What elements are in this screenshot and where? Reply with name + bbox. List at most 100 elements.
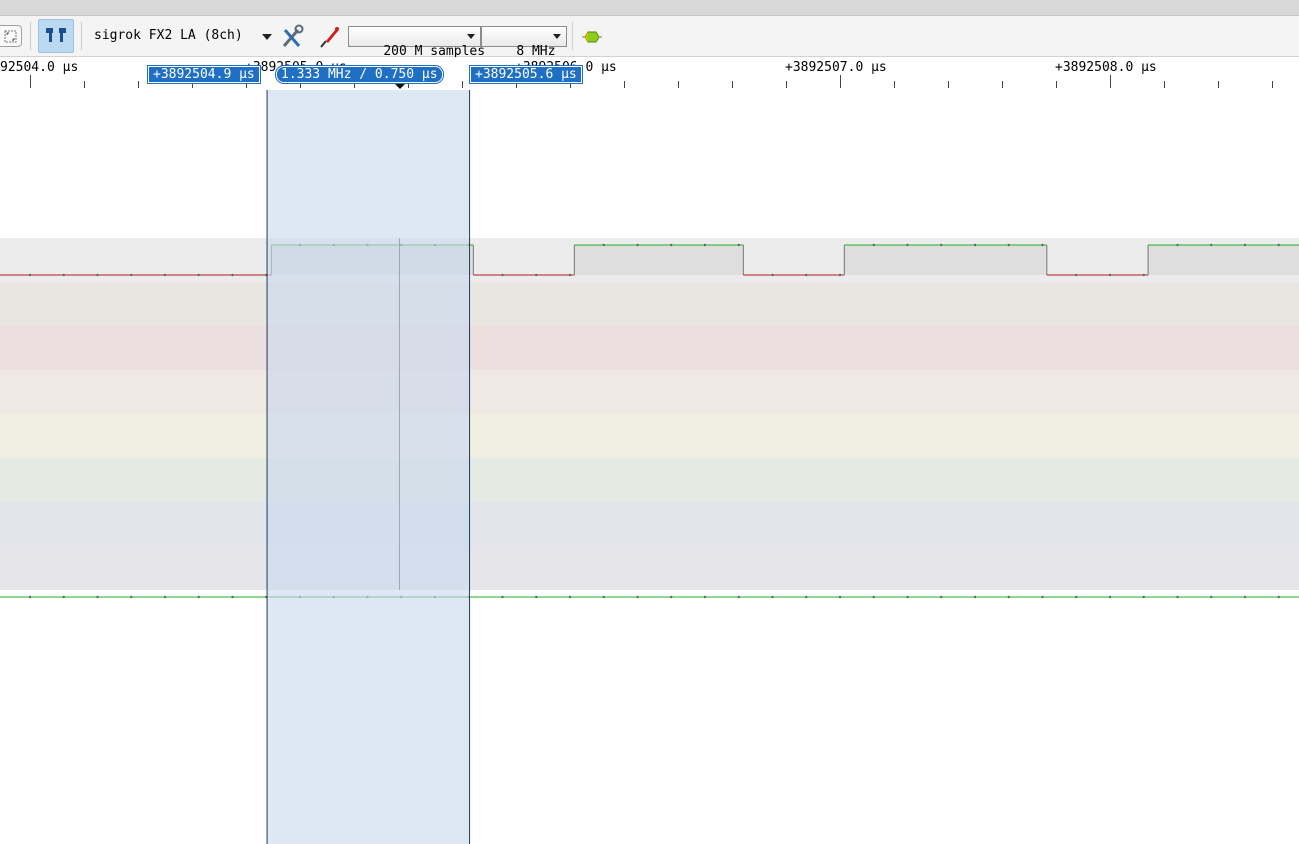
sample-dot [872,595,875,599]
sample-dot [636,243,639,247]
zoom-fit-button[interactable] [0,25,22,47]
ruler-minor-tick [1002,81,1003,88]
ruler-minor-tick [948,81,949,88]
sample-dot [28,595,32,599]
sample-dot [62,595,65,599]
cursor-left-flag[interactable]: +3892504.9 μs [147,65,261,84]
main-toolbar: sigrok FX2 LA (8ch) 200 M samples 8 MHz [0,16,1299,59]
device-dropdown-arrow-icon[interactable] [262,34,272,40]
trace-high-fill [844,245,1047,275]
sample-dot [737,595,740,599]
sample-dot [906,243,909,247]
sample-dot [62,273,65,277]
ruler-minor-tick [1164,81,1165,88]
ruler-major-tick [840,75,841,88]
channel-band [0,414,1299,458]
ruler-minor-tick [624,81,625,88]
sample-dot [1277,243,1280,247]
cursor-right-flag[interactable]: +3892505.6 μs [469,65,583,84]
cursor-measurement-label[interactable]: 1.333 MHz / 0.750 μs [275,65,444,84]
sample-dot [1176,595,1179,599]
sample-dot [96,595,99,599]
sample-rate-select[interactable]: 8 MHz [481,26,567,59]
sample-dot [1176,243,1179,247]
chevron-down-icon [467,34,475,39]
sample-dot [670,595,673,599]
sample-dot [1041,595,1044,599]
trace-view[interactable] [0,90,1299,844]
ruler-minor-tick [462,81,463,88]
sample-dot [231,273,234,277]
sample-dot [771,273,774,277]
sample-dot [737,243,740,247]
sample-dot [1142,273,1145,277]
sample-dot [163,273,167,277]
sample-dot [703,243,707,247]
ruler-minor-tick [732,81,733,88]
sample-count-select[interactable]: 200 M samples [348,26,485,59]
ruler-major-tick [1110,75,1111,88]
sample-dot [197,273,200,277]
sample-dot [1243,595,1247,599]
sample-dot [163,595,167,599]
sample-dot [1007,243,1010,247]
sample-dot [1041,243,1044,247]
zoom-fit-icon [4,30,17,43]
cursor-midpoint-marker [394,83,406,89]
sample-dot [602,595,605,599]
sample-dot [771,595,774,599]
sample-dot [28,273,32,277]
sample-dot [130,273,133,277]
sample-dot [602,243,605,247]
sample-dot [231,595,234,599]
configure-device-button[interactable] [280,24,304,50]
sample-dot [1210,243,1213,247]
ruler-minor-tick [786,81,787,88]
run-button[interactable] [580,28,604,46]
ruler-minor-tick [1272,81,1273,88]
sample-dot [973,243,977,247]
ruler-minor-tick [84,81,85,88]
sample-dot [1142,595,1145,599]
sample-dot [906,595,909,599]
window-top-strip [0,0,1299,16]
sample-dot [197,595,200,599]
sample-dot [872,243,875,247]
sample-dot [940,243,943,247]
configure-icon [282,24,304,47]
sample-dot [1108,595,1112,599]
sample-dot [1277,595,1280,599]
sample-dot [1075,273,1078,277]
ruler-label: +3892507.0 μs [785,60,887,75]
device-selector[interactable]: sigrok FX2 LA (8ch) [94,28,243,43]
sample-dot [838,595,842,599]
sticky-scroll-icon [46,28,66,42]
chevron-down-icon [553,34,561,39]
trace-canvas [0,90,1299,844]
toolbar-separator [81,22,82,50]
ruler-label: 92504.0 μs [0,60,79,75]
sample-dot [535,595,538,599]
channel-band [0,546,1299,590]
sample-dot [973,595,977,599]
trace-high-fill [574,245,744,275]
sample-dot [535,273,538,277]
sample-dot [568,595,572,599]
channel-band [0,458,1299,502]
channel-band [0,326,1299,370]
ruler-minor-tick [678,81,679,88]
cursor-selection [267,90,470,844]
sample-dot [805,595,808,599]
ruler-major-tick [30,75,31,88]
configure-probes-button[interactable] [317,24,341,50]
ruler-minor-tick [1056,81,1057,88]
ruler-minor-tick [138,81,139,88]
sample-dot [130,595,133,599]
toolbar-separator [572,22,573,50]
sample-dot [501,595,504,599]
sample-dot [805,273,808,277]
sticky-scroll-button[interactable] [38,19,74,53]
sample-dot [940,595,943,599]
ruler-label: +3892508.0 μs [1055,60,1157,75]
sample-dot [838,273,842,277]
